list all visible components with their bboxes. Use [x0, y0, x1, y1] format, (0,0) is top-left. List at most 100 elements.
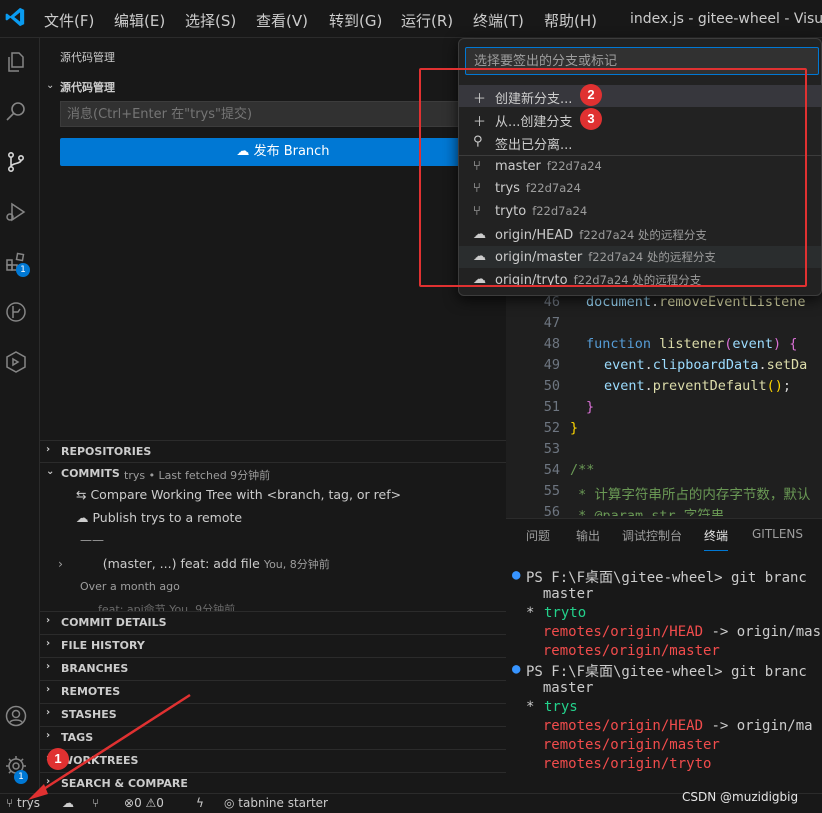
cloud-icon: ☁ — [473, 249, 486, 264]
activity-bar: 1 1 — [0, 38, 40, 793]
menu-go[interactable]: 转到(G) — [329, 10, 382, 31]
explorer-icon[interactable] — [4, 50, 28, 74]
terminal-line: remotes/origin/master — [526, 643, 720, 659]
remotes-section-header[interactable]: › REMOTES — [40, 680, 506, 702]
code-line: 50 event.preventDefault(); — [543, 378, 791, 394]
cloud-upload-icon: ☁ — [236, 144, 254, 159]
commit-row[interactable]: › (master, ...) feat: add file You, 8分钟前 — [58, 556, 330, 572]
branch-item-tryto[interactable]: ⑂ tryto f22d7a24 — [459, 201, 821, 223]
sync-cloud-icon[interactable]: ☁ — [62, 796, 74, 810]
commits-divider: —— — [80, 533, 104, 547]
code-line: 47 — [543, 315, 560, 331]
branch-status-item[interactable]: ⑂ trys — [6, 796, 40, 810]
terminal-line: master — [526, 586, 594, 602]
tab-output[interactable]: 输出 — [576, 527, 600, 544]
annotation-badge-2: 2 — [580, 84, 602, 106]
branch-item-master[interactable]: ⑂ master f22d7a24 — [459, 156, 821, 178]
terminal-line: remotes/origin/HEAD -> origin/ma — [526, 718, 813, 734]
branches-section-header[interactable]: › BRANCHES — [40, 657, 506, 679]
gitlens-icon[interactable] — [4, 300, 28, 324]
menu-edit[interactable]: 编辑(E) — [114, 10, 165, 31]
tab-problems[interactable]: 问题 — [526, 527, 550, 544]
tabnine-status-item[interactable]: ◎ tabnine starter — [224, 796, 328, 810]
vscode-logo-icon — [5, 7, 25, 27]
worktrees-section-header[interactable]: ›WORKTREES — [40, 749, 506, 771]
terminal-line: remotes/origin/tryto — [526, 756, 712, 772]
code-line: 52} — [543, 420, 579, 436]
remote-branch-item-origin-tryto[interactable]: ☁ origin/tryto f22d7a24 处的远程分支 — [459, 269, 821, 291]
chevron-down-icon[interactable]: ⌄ — [46, 80, 54, 91]
commits-section-header[interactable]: ⌄ COMMITS trys • Last fetched 9分钟前 — [40, 462, 506, 484]
stashes-section-header[interactable]: › STASHES — [40, 703, 506, 725]
tab-debug-console[interactable]: 调试控制台 — [622, 527, 682, 544]
remote-explorer-icon[interactable] — [4, 350, 28, 374]
source-control-sidebar: 源代码管理 ⌄ 源代码管理 ☁ 发布 Branch › REPOSITORIES… — [40, 38, 506, 793]
menu-selection[interactable]: 选择(S) — [185, 10, 236, 31]
title-bar: 文件(F) 编辑(E) 选择(S) 查看(V) 转到(G) 运行(R) 终端(T… — [0, 0, 822, 38]
prompt-dot-icon: ● — [512, 567, 521, 583]
git-branch-icon: ⑂ — [6, 796, 18, 810]
branch-item-trys[interactable]: ⑂ trys f22d7a24 — [459, 178, 821, 200]
error-icon: ⊗ — [124, 796, 135, 810]
chevron-right-icon: › — [46, 661, 51, 672]
chevron-right-icon: › — [46, 707, 51, 718]
file-history-section-header[interactable]: › FILE HISTORY — [40, 634, 506, 656]
branch-quick-pick: ＋创建新分支... ＋从...创建分支 ⚲签出已分离... ⑂masterf22… — [458, 38, 822, 296]
tab-gitlens[interactable]: GITLENS — [752, 527, 803, 541]
checkout-detached-item[interactable]: ⚲ 签出已分离... — [459, 131, 821, 153]
chevron-right-icon: › — [46, 776, 51, 787]
commit-details-section-header[interactable]: › COMMIT DETAILS — [40, 611, 506, 633]
annotation-badge-1: 1 — [47, 748, 69, 770]
repositories-section-header[interactable]: › REPOSITORIES — [40, 440, 506, 462]
menu-view[interactable]: 查看(V) — [256, 10, 308, 31]
tags-section-header[interactable]: › TAGS — [40, 726, 506, 748]
lightning-icon[interactable]: ϟ — [196, 796, 204, 810]
git-branch-icon: ⑂ — [473, 204, 481, 219]
plus-icon: ＋ — [473, 115, 487, 130]
commit-message: feat: add file — [180, 556, 260, 571]
search-compare-section-header[interactable]: › SEARCH & COMPARE — [40, 772, 506, 794]
publish-branch-button[interactable]: ☁ 发布 Branch — [60, 138, 506, 166]
code-line: 49 event.clipboardData.setDa — [543, 357, 808, 373]
compare-icon: ⇆ — [76, 487, 91, 502]
source-control-icon[interactable] — [4, 150, 28, 174]
remote-branch-item-origin-head[interactable]: ☁ origin/HEAD f22d7a24 处的远程分支 — [459, 224, 821, 246]
commit-message-input[interactable] — [60, 101, 505, 127]
menu-file[interactable]: 文件(F) — [44, 10, 94, 31]
code-line: 48 function listener(event) { — [543, 336, 798, 352]
terminal-line: * tryto — [526, 605, 587, 621]
tab-terminal[interactable]: 终端 — [704, 527, 729, 551]
bottom-panel: 问题 输出 调试控制台 终端 GITLENS ● PS F:\F桌面\gitee-… — [506, 518, 822, 793]
warning-icon: ⚠ — [145, 796, 157, 810]
sidebar-view-title: 源代码管理 — [60, 51, 115, 64]
git-branch-icon: ⑂ — [473, 159, 481, 174]
menu-help[interactable]: 帮助(H) — [544, 10, 597, 31]
code-line: 56 * @param str 字符串 — [543, 504, 725, 516]
menu-terminal[interactable]: 终端(T) — [473, 10, 524, 31]
menu-run[interactable]: 运行(R) — [401, 10, 453, 31]
quick-pick-input[interactable] — [465, 47, 819, 75]
account-icon[interactable] — [4, 704, 28, 728]
git-graph-icon[interactable]: ⑂ — [92, 796, 99, 810]
partial-commit-row[interactable]: feat: api命节 You, 9分钟前 — [98, 601, 235, 611]
detached-icon: ⚲ — [473, 134, 483, 149]
create-branch-from-item[interactable]: ＋从...创建分支 — [459, 108, 821, 130]
terminal-line: remotes/origin/HEAD -> origin/mas — [526, 624, 822, 640]
run-debug-icon[interactable] — [4, 200, 28, 224]
create-branch-item[interactable]: ＋创建新分支... — [459, 85, 821, 107]
git-branch-icon: ⑂ — [473, 181, 481, 196]
search-icon[interactable] — [4, 100, 28, 124]
chevron-right-icon: › — [46, 444, 51, 455]
plus-icon: ＋ — [473, 92, 487, 107]
commits-meta: trys • Last fetched 9分钟前 — [124, 469, 271, 482]
code-line: 55 * 计算字符串所占的内存字节数，默认 — [543, 483, 811, 503]
scm-section-title[interactable]: 源代码管理 — [60, 79, 115, 95]
remote-branch-item-origin-master[interactable]: ☁ origin/master f22d7a24 处的远程分支 — [459, 246, 821, 268]
compare-working-tree-item[interactable]: ⇆ Compare Working Tree with <branch, tag… — [76, 487, 401, 502]
code-line: 51} — [543, 399, 595, 415]
cloud-icon: ☁ — [473, 272, 486, 287]
problems-status-item[interactable]: ⊗0 ⚠0 — [124, 796, 164, 810]
publish-remote-item[interactable]: ☁ Publish trys to a remote — [76, 510, 242, 525]
chevron-right-icon: › — [46, 684, 51, 695]
terminal-line: remotes/origin/master — [526, 737, 720, 753]
